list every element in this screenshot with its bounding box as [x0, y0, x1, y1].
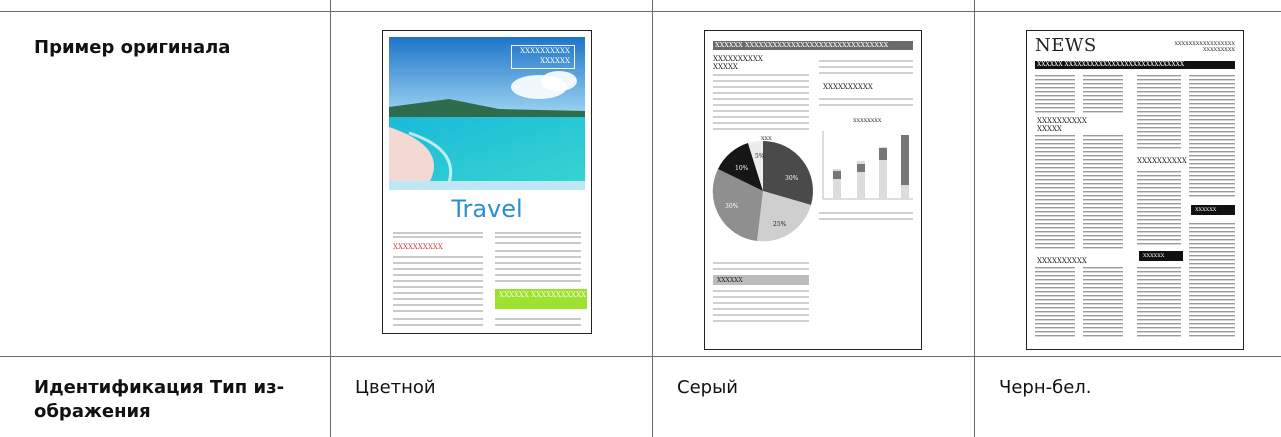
gray-original-thumbnail: XXXXXX XXXXXXXXXXXXXXXXXXXXXXXXXXXXXXX X…: [704, 30, 922, 350]
row-label-image-type: Идентификация Тип из- ображения: [34, 377, 285, 422]
column-divider: [974, 0, 975, 437]
top-border: [0, 11, 1281, 12]
row-divider: [0, 356, 1281, 357]
travel-text-lines: [393, 232, 581, 326]
pie-label: 5%: [755, 153, 765, 160]
value-gray: Серый: [677, 377, 738, 398]
pie-label: 30%: [725, 203, 739, 210]
column-divider: [652, 0, 653, 437]
gray-report-graphics: XXXXXX: [712, 60, 913, 322]
bw-original-thumbnail: NEWS XXXXXXXXXXXXXXXXX XXXXXXXXX XXXXXX …: [1026, 30, 1244, 350]
gray-bottom-bar-text: XXXXXX: [717, 277, 743, 284]
value-bw: Черн-бел.: [999, 377, 1092, 398]
row-label-original-example: Пример оригинала: [34, 37, 231, 58]
column-divider: [330, 0, 331, 437]
pie-label: 25%: [773, 221, 787, 228]
comparison-table: Пример оригинала Идентификация Тип из- о…: [0, 0, 1281, 437]
color-original-thumbnail: XXXXXXXXXX XXXXXX Travel XXXXXXXXXX XXXX…: [382, 30, 592, 334]
pie-label: 30%: [785, 175, 799, 182]
value-color: Цветной: [355, 377, 436, 398]
pie-label: 10%: [735, 165, 749, 172]
news-text-columns: [1035, 75, 1235, 339]
